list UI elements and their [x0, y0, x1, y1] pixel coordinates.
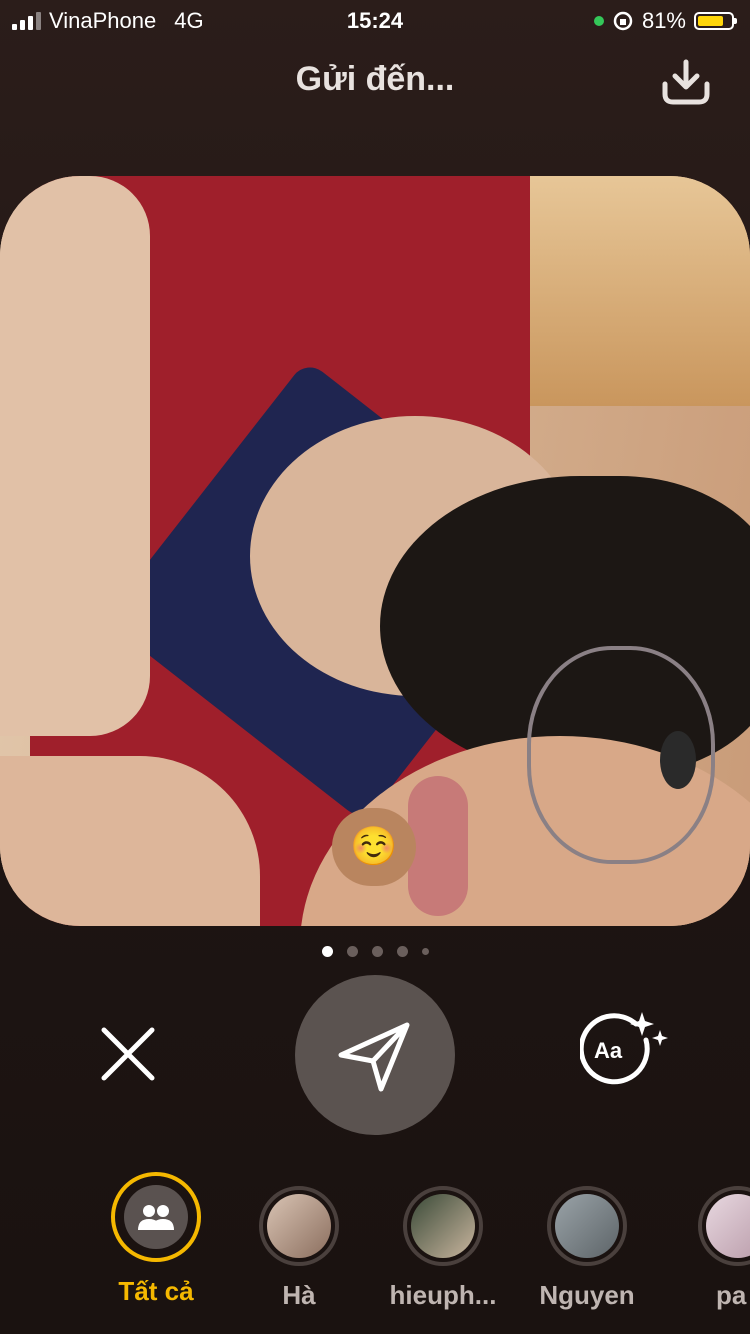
- close-button[interactable]: [96, 1022, 160, 1086]
- group-icon: [138, 1205, 174, 1230]
- page-dot: [321, 946, 333, 957]
- wood-shelf: [500, 176, 750, 406]
- send-icon: [338, 1022, 410, 1092]
- recipient-label: pa: [716, 1280, 747, 1310]
- page-dot: [421, 948, 429, 955]
- text-style-icon: Aa: [578, 1012, 668, 1085]
- recipient-list: Tất cả Hà hieuph... Nguyen pa: [0, 1172, 750, 1322]
- recipient-label: Nguyen: [539, 1280, 635, 1310]
- recipient-nguyen[interactable]: Nguyen: [507, 1186, 667, 1311]
- recipient-label: Hà: [282, 1280, 316, 1310]
- reaction-emoji[interactable]: ☺️: [332, 808, 416, 886]
- avatar: [547, 1186, 627, 1266]
- recipient-label: Tất cả: [118, 1276, 194, 1306]
- recipient-label: hieuph...: [389, 1280, 497, 1310]
- battery-icon: [694, 12, 737, 30]
- recipient-pa[interactable]: pa: [670, 1186, 750, 1311]
- mic-indicator-icon: [593, 16, 604, 26]
- hand: [0, 176, 150, 736]
- close-icon: [101, 1027, 155, 1081]
- avatar: [259, 1186, 339, 1266]
- text-style-button[interactable]: Aa: [578, 1012, 670, 1088]
- status-right: 81%: [593, 8, 737, 34]
- recipient-all[interactable]: Tất cả: [76, 1172, 236, 1307]
- page-dot: [371, 946, 383, 957]
- status-bar: VinaPhone 4G 15:24 81%: [0, 0, 750, 42]
- photo-preview: ☺️: [0, 176, 750, 926]
- recipient-hieuph[interactable]: hieuph...: [363, 1186, 523, 1311]
- download-icon: [662, 59, 710, 105]
- download-button[interactable]: [660, 58, 712, 106]
- avatar: [698, 1186, 750, 1266]
- recipient-ha[interactable]: Hà: [219, 1186, 379, 1311]
- page-title: Gửi đến...: [295, 60, 455, 98]
- page-indicator: [0, 946, 750, 957]
- page-dot: [396, 946, 408, 957]
- lips: [408, 776, 468, 916]
- send-button[interactable]: [295, 975, 455, 1135]
- avatar: [111, 1172, 201, 1262]
- rotation-lock-icon: [613, 11, 633, 31]
- eye: [660, 731, 696, 789]
- svg-text:Aa: Aa: [594, 1038, 623, 1063]
- battery-percent: 81%: [641, 8, 686, 33]
- page-dot: [346, 946, 358, 957]
- avatar: [403, 1186, 483, 1266]
